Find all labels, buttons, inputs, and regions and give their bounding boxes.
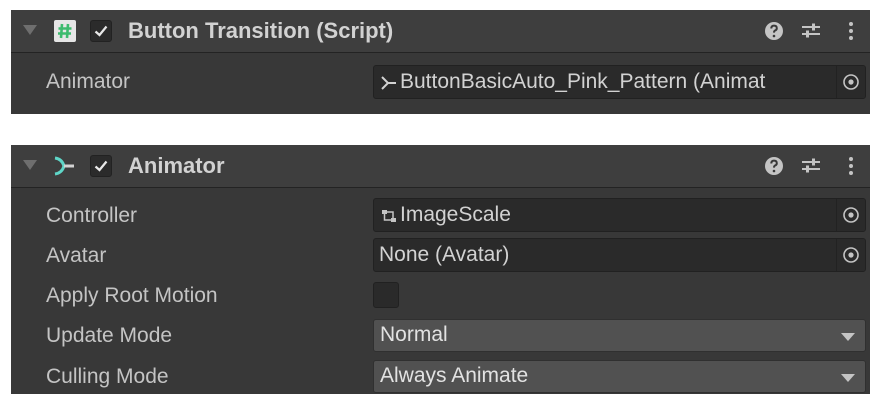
object-picker-button[interactable] [836,199,865,231]
help-icon[interactable] [762,154,786,178]
more-options-icon[interactable] [839,19,863,43]
avatar-field-label: Avatar [46,244,107,267]
avatar-field-value: None (Avatar) [379,243,510,266]
avatar-object-field[interactable]: None (Avatar) [373,238,866,272]
object-picker-icon [843,247,859,263]
checkbox-check-icon [94,25,108,37]
culling-mode-label: Culling Mode [46,365,169,388]
culling-mode-value: Always Animate [380,364,529,387]
component-enabled-checkbox[interactable] [90,20,112,42]
controller-field-label: Controller [46,204,138,227]
animator-field-label: Animator [46,70,131,93]
object-picker-button[interactable] [836,66,865,98]
dropdown-arrow-icon [841,374,855,382]
dropdown-arrow-icon [841,333,855,341]
animator-component: Animator Controller ImageScale Avatar No… [11,145,870,394]
update-mode-value: Normal [380,323,448,346]
object-picker-icon [843,207,859,223]
update-mode-label: Update Mode [46,324,173,347]
controller-object-field[interactable]: ImageScale [373,198,866,232]
object-picker-button[interactable] [836,239,865,271]
apply-root-motion-checkbox[interactable] [373,282,399,308]
controller-field-value: ImageScale [400,203,511,226]
checkbox-check-icon [94,160,108,172]
component-title: Animator [128,153,225,178]
animator-icon [54,156,74,176]
more-options-icon[interactable] [839,154,863,178]
component-header[interactable]: Button Transition (Script) [11,10,870,53]
presets-icon[interactable] [799,154,823,178]
culling-mode-dropdown[interactable]: Always Animate [373,360,866,393]
help-icon[interactable] [762,19,786,43]
animator-field-value: ButtonBasicAuto_Pink_Pattern (Animat [400,70,766,93]
animator-icon [381,76,396,90]
button-transition-component: Button Transition (Script) Animator Butt… [11,10,870,114]
presets-icon[interactable] [799,19,823,43]
component-title: Button Transition (Script) [128,18,394,43]
foldout-arrow-icon[interactable] [23,25,37,35]
animator-controller-icon [382,210,396,222]
script-hash-icon [54,20,76,42]
animator-object-field[interactable]: ButtonBasicAuto_Pink_Pattern (Animat [373,65,866,99]
update-mode-dropdown[interactable]: Normal [373,319,866,352]
object-picker-icon [843,74,859,90]
component-header[interactable]: Animator [11,145,870,188]
foldout-arrow-icon[interactable] [23,160,37,170]
component-enabled-checkbox[interactable] [90,155,112,177]
apply-root-motion-label: Apply Root Motion [46,284,218,307]
